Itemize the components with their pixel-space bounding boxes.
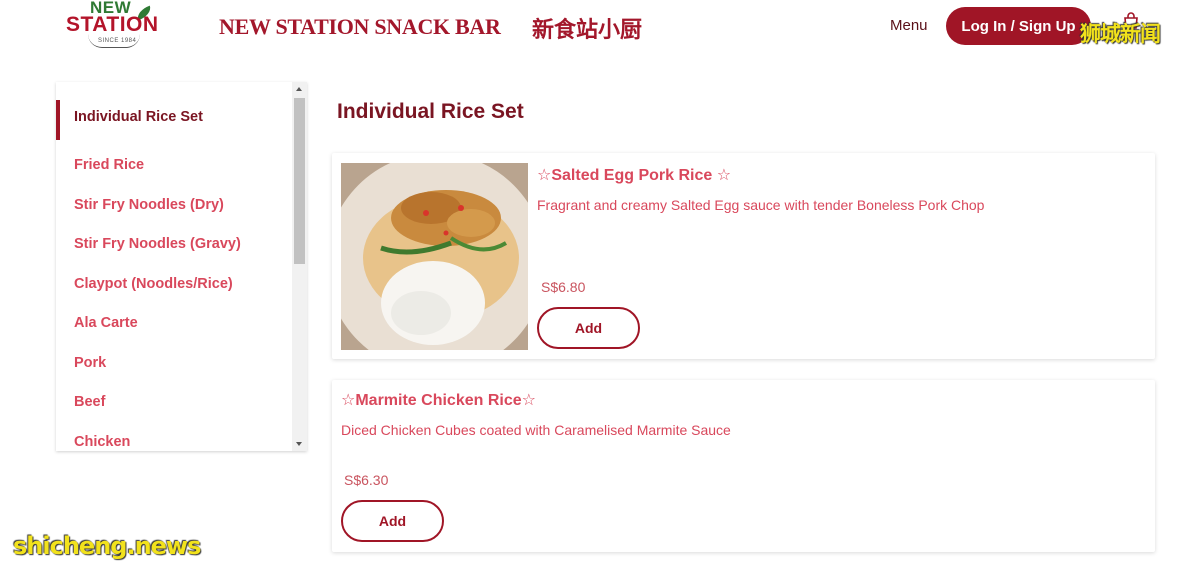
scroll-down-icon[interactable] <box>296 442 302 446</box>
brand-name-english: NEW STATION SNACK BAR <box>219 14 501 39</box>
sidebar-item-ala-carte[interactable]: Ala Carte <box>56 296 292 336</box>
sidebar-item-fried-rice[interactable]: Fried Rice <box>56 138 292 178</box>
brand-name-chinese: 新食站小厨 <box>532 18 643 43</box>
scroll-up-icon[interactable] <box>296 87 302 91</box>
new-station-logo[interactable]: NEW STATION SINCE 1984 <box>62 0 170 54</box>
scrollbar-thumb[interactable] <box>294 98 305 264</box>
sidebar-item-chicken[interactable]: Chicken <box>56 415 292 452</box>
menu-item-price: S$6.80 <box>541 279 586 295</box>
sidebar-item-stir-fry-noodles-gravy[interactable]: Stir Fry Noodles (Gravy) <box>56 217 292 257</box>
site-header: NEW STATION SINCE 1984 NEW STATION SNACK… <box>0 0 1200 60</box>
add-button[interactable]: Add <box>537 307 640 349</box>
menu-item-card[interactable]: ☆Salted Egg Pork Rice ☆ Fragrant and cre… <box>332 153 1155 359</box>
category-sidebar: Individual Rice Set Fried Rice Stir Fry … <box>56 82 307 451</box>
sidebar-item-claypot[interactable]: Claypot (Noodles/Rice) <box>56 257 292 297</box>
login-signup-button[interactable]: Log In / Sign Up <box>946 7 1091 45</box>
sidebar-item-stir-fry-noodles-dry[interactable]: Stir Fry Noodles (Dry) <box>56 178 292 218</box>
sidebar-item-pork[interactable]: Pork <box>56 336 292 376</box>
sidebar-scrollbar[interactable] <box>292 82 307 451</box>
sidebar-item-individual-rice-set[interactable]: Individual Rice Set <box>56 82 292 140</box>
menu-item-name: ☆Salted Egg Pork Rice ☆ <box>537 167 732 184</box>
menu-item-card[interactable]: ☆Marmite Chicken Rice☆ Diced Chicken Cub… <box>332 380 1155 552</box>
watermark-top: 狮城新闻 <box>1080 22 1161 46</box>
menu-link[interactable]: Menu <box>890 17 928 34</box>
logo-since-text: SINCE 1984 <box>98 38 137 44</box>
menu-item-description: Diced Chicken Cubes coated with Carameli… <box>341 422 731 438</box>
menu-item-description: Fragrant and creamy Salted Egg sauce wit… <box>537 197 985 213</box>
watermark-bottom: shicheng.news <box>13 532 201 560</box>
food-image <box>341 163 528 350</box>
add-button[interactable]: Add <box>341 500 444 542</box>
category-list: Individual Rice Set Fried Rice Stir Fry … <box>56 82 292 451</box>
menu-item-name: ☆Marmite Chicken Rice☆ <box>341 392 536 409</box>
section-title: Individual Rice Set <box>337 100 524 123</box>
sidebar-item-beef[interactable]: Beef <box>56 375 292 415</box>
menu-item-price: S$6.30 <box>344 472 389 488</box>
